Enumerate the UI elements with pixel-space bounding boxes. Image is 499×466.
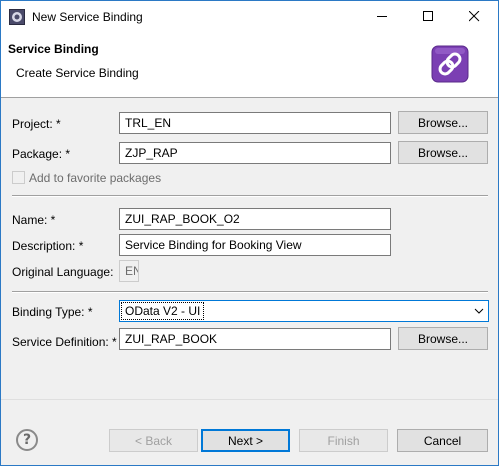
- next-button[interactable]: Next >: [201, 429, 290, 452]
- service-definition-label: Service Definition: *: [12, 335, 117, 349]
- back-button[interactable]: < Back: [109, 429, 198, 452]
- title-bar: New Service Binding: [1, 1, 498, 32]
- cancel-button[interactable]: Cancel: [397, 429, 488, 452]
- close-icon: [468, 11, 479, 22]
- help-icon[interactable]: ?: [16, 429, 38, 451]
- service-binding-wizard-icon: [431, 45, 469, 83]
- finish-button[interactable]: Finish: [299, 429, 388, 452]
- add-favorite-checkbox[interactable]: [12, 171, 25, 184]
- dialog-window: New Service Binding Service Binding Crea…: [0, 0, 499, 466]
- project-browse-button[interactable]: Browse...: [398, 111, 488, 134]
- binding-type-dropdown[interactable]: OData V2 - UI: [119, 300, 489, 322]
- description-field[interactable]: Service Binding for Booking View: [119, 234, 391, 256]
- service-definition-browse-button[interactable]: Browse...: [398, 327, 488, 350]
- page-title: Service Binding: [8, 42, 99, 56]
- separator: [12, 195, 488, 197]
- service-definition-field[interactable]: ZUI_RAP_BOOK: [119, 328, 391, 350]
- form-area: Project: * TRL_EN Browse... Package: * Z…: [1, 99, 498, 399]
- separator: [12, 291, 488, 293]
- footer-separator: [1, 399, 498, 400]
- wizard-header: Service Binding Create Service Binding: [1, 32, 498, 98]
- name-field[interactable]: ZUI_RAP_BOOK_O2: [119, 208, 391, 230]
- name-label: Name: *: [12, 213, 56, 227]
- close-button[interactable]: [451, 1, 497, 32]
- chevron-down-icon: [474, 308, 484, 314]
- binding-type-label: Binding Type: *: [12, 305, 93, 319]
- maximize-button[interactable]: [405, 1, 451, 32]
- project-label: Project: *: [12, 117, 61, 131]
- original-language-field: EN: [119, 260, 139, 282]
- minimize-button[interactable]: [359, 1, 405, 32]
- maximize-icon: [422, 11, 433, 21]
- package-label: Package: *: [12, 147, 71, 161]
- window-title: New Service Binding: [32, 10, 143, 24]
- page-subtitle: Create Service Binding: [16, 66, 139, 80]
- minimize-icon: [376, 16, 387, 17]
- project-field[interactable]: TRL_EN: [119, 112, 391, 134]
- original-language-label: Original Language:: [12, 265, 114, 279]
- eclipse-app-icon: [9, 9, 25, 25]
- package-browse-button[interactable]: Browse...: [398, 141, 488, 164]
- description-label: Description: *: [12, 239, 84, 253]
- package-field[interactable]: ZJP_RAP: [119, 142, 391, 164]
- add-favorite-label: Add to favorite packages: [29, 171, 162, 185]
- binding-type-value: OData V2 - UI: [120, 302, 205, 320]
